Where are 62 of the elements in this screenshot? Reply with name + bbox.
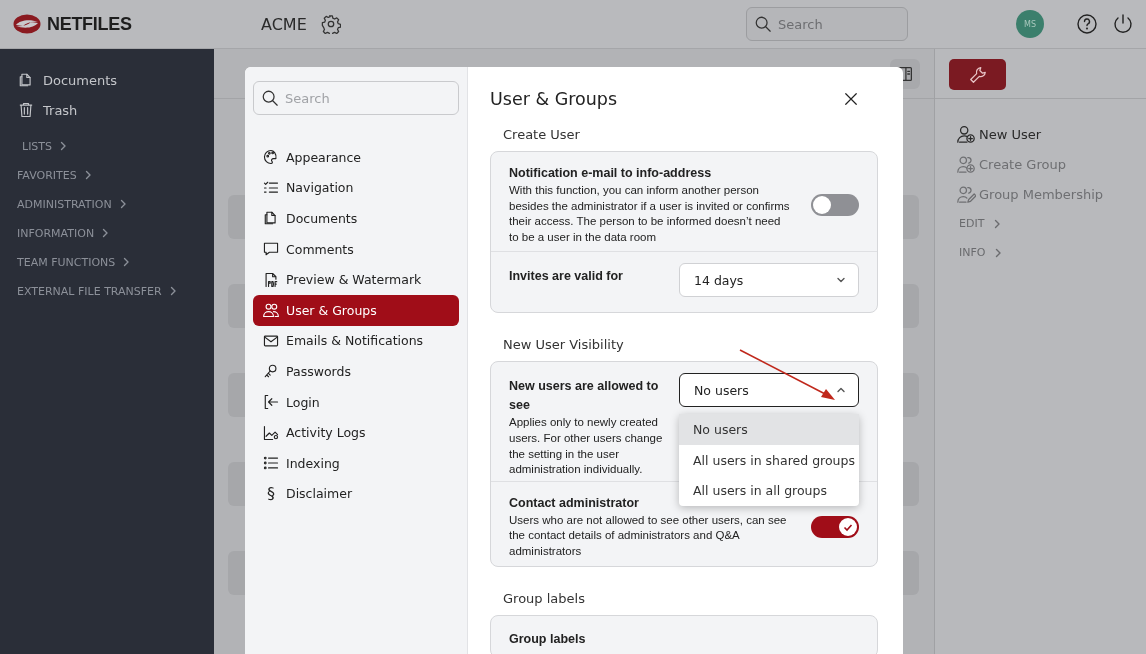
sidebar-section[interactable]: TEAM FUNCTIONS [17,248,214,276]
dropdown-option[interactable]: All users in all groups [679,475,859,506]
palette-icon [262,148,280,167]
toggle-switch[interactable] [811,515,859,538]
setting-label: Notification e-mail to info-address [509,165,713,182]
nav-item[interactable]: Appearance [253,142,459,173]
wrench-icon [967,64,988,85]
settings-icon[interactable] [320,14,341,34]
nav-item[interactable]: § Disclaimer [253,478,459,510]
sidebar-section[interactable]: FAVORITES [17,161,214,189]
dropdown-option[interactable]: No users [679,414,859,445]
logo-text: NETFILES [47,13,132,35]
sidebar-item[interactable]: Documents [17,65,214,95]
setting-description: Applies only to newly created users. For other users change the setting in the user administration individually. [509,415,664,478]
power-icon[interactable] [1112,13,1134,35]
nav-item[interactable]: Preview & Watermark [253,264,459,295]
nav-item[interactable]: Activity Logs [253,417,459,448]
activity-chart-icon [262,423,280,442]
nav-item[interactable]: Login [253,386,459,418]
setting-description: With this function, you can inform another person besides the administrator if a user is invited or confirms their access. The person to be informed doesn’t need to be a user in the data room [509,183,791,245]
nav-item[interactable]: Documents [253,203,459,234]
section-sign-icon: § [262,484,280,504]
nav-item[interactable]: Emails & Notifications [253,325,459,357]
setting-label: Group labels [509,630,587,648]
setting-description: Users who are not allowed to see other users, can see the contact details of administrators and Q&A administrators [509,512,788,559]
toggle-switch[interactable] [811,193,859,216]
nav-item[interactable]: Indexing [253,447,459,479]
nav-item[interactable]: Navigation [253,172,459,204]
setting-label: Invites are valid for [509,268,624,286]
logo-icon [13,14,41,34]
trash-icon [17,101,35,119]
users-plus-icon [956,154,976,174]
section-heading: New User Visibility [503,337,625,353]
dropdown-field[interactable]: 14 days [679,263,859,298]
sidebar-item[interactable]: Trash [17,95,214,125]
sidebar-section[interactable]: INFORMATION [17,219,214,247]
dropdown-field[interactable]: No users [679,373,859,408]
help-icon[interactable] [1076,13,1098,35]
sidebar-section[interactable]: EXTERNAL FILE TRANSFER [17,277,214,305]
pdf-file-icon [262,270,280,289]
tools-button[interactable] [949,59,1006,90]
user-plus-icon [956,124,976,144]
close-icon[interactable] [844,92,858,106]
search-icon [261,89,279,107]
action-item[interactable]: New User [956,119,1146,149]
setting-label: New users are allowed to see [509,378,660,415]
nav-item[interactable]: Comments [253,233,459,265]
workspace-name: ACME [261,14,307,34]
sidebar-section[interactable]: ADMINISTRATION [17,190,214,218]
nav-item[interactable]: User & Groups [253,294,459,326]
sidebar-section[interactable]: LISTS [17,132,214,160]
section-heading: Create User [503,127,581,142]
section-heading: Group labels [503,590,586,606]
users-icon [262,301,280,320]
nav-item[interactable]: Passwords [253,356,459,387]
search-field[interactable]: Search [746,7,908,41]
dialog-title: User & Groups [490,89,618,109]
search-icon [754,15,772,33]
search-field[interactable]: Search [253,81,459,115]
login-icon [262,393,280,412]
users-edit-icon [956,184,976,204]
dropdown-option[interactable]: All users in shared groups [679,444,859,476]
